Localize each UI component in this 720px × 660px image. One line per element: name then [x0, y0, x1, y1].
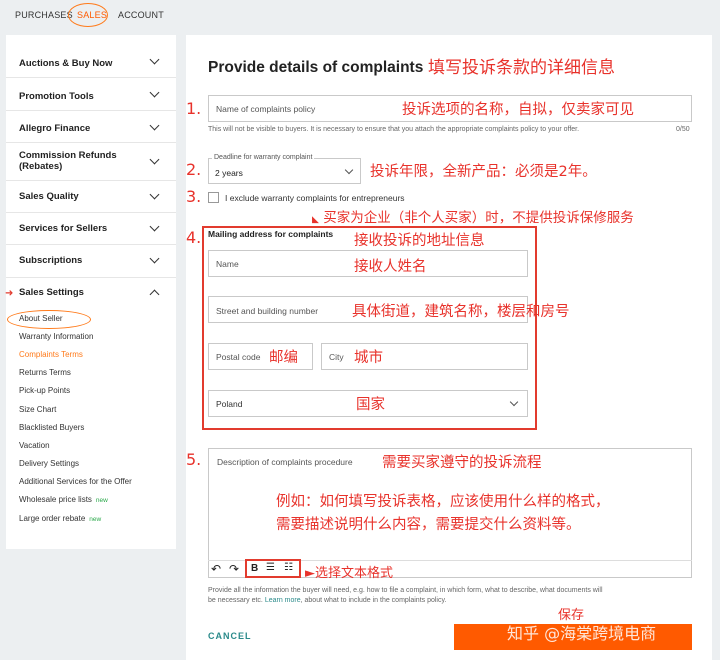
name-placeholder: Name: [216, 259, 239, 269]
sidebar-item-label: Sales Quality: [19, 191, 79, 202]
chevron-down-icon: [149, 54, 160, 65]
annotation-name: 接收人姓名: [354, 259, 427, 275]
policy-help-text: This will not be visible to buyers. It i…: [208, 126, 580, 133]
step-number-5: 5.: [186, 450, 202, 469]
sidebar-subitem-size-chart[interactable]: Size Chart: [19, 405, 56, 414]
sidebar-item-promotion-tools[interactable]: Promotion Tools: [6, 78, 176, 111]
sidebar: Auctions & Buy Now Promotion Tools Alleg…: [6, 35, 176, 549]
procedure-help-text: be necessary etc.: [208, 597, 263, 604]
sidebar-subitem-complaints-terms[interactable]: Complaints Terms: [19, 350, 83, 359]
sidebar-subitem-additional-services[interactable]: Additional Services for the Offer: [19, 477, 132, 486]
page-title: Provide details of complaints: [208, 59, 424, 76]
policy-char-counter: 0/50: [676, 126, 690, 133]
sidebar-subitem-label: Large order rebate: [19, 514, 86, 523]
annotation-deadline: 投诉年限，全新产品：必须是2年。: [370, 164, 597, 180]
numbered-list-icon[interactable]: ☷: [284, 562, 293, 573]
annotation-postal: 邮编: [269, 350, 298, 366]
sidebar-item-sales-settings[interactable]: Sales Settings: [6, 278, 176, 306]
annotation-exclude-text: 买家为企业（非个人买家）时，不提供投诉保修服务: [323, 210, 634, 226]
top-navigation: PURCHASES SALES ACCOUNT: [0, 0, 720, 30]
red-arrow-icon: ➜: [5, 288, 14, 299]
annotation-toolbar: ►选择文本格式: [305, 566, 393, 581]
chevron-down-icon: [344, 165, 354, 175]
undo-icon[interactable]: ↶: [211, 562, 221, 576]
sidebar-item-services-for-sellers[interactable]: Services for Sellers: [6, 213, 176, 245]
annotation-exclude-entrepreneurs: ◣ 买家为企业（非个人买家）时，不提供投诉保修服务: [312, 206, 634, 226]
annotation-example-line-1: 例如：如何填写投诉表格，应该使用什么样的格式，: [276, 494, 610, 510]
sidebar-subitem-warranty-information[interactable]: Warranty Information: [19, 332, 93, 341]
address-heading: Mailing address for complaints: [208, 229, 334, 239]
sidebar-item-label: Commission Refunds (Rebates): [19, 150, 117, 172]
sidebar-subitem-returns-terms[interactable]: Returns Terms: [19, 368, 71, 377]
sidebar-item-sales-quality[interactable]: Sales Quality: [6, 181, 176, 213]
deadline-label: Deadline for warranty complaint: [212, 154, 315, 161]
sidebar-item-label: Sales Settings: [19, 287, 84, 298]
exclude-entrepreneurs-checkbox[interactable]: [208, 192, 219, 203]
sidebar-subitem-large-order-rebate[interactable]: Large order rebate new: [19, 514, 101, 523]
sidebar-item-commission-refunds[interactable]: Commission Refunds (Rebates): [6, 143, 176, 181]
bulleted-list-icon[interactable]: ☰: [266, 562, 275, 573]
sidebar-item-label: Allegro Finance: [19, 123, 91, 134]
annotation-example-line-2: 需要描述说明什么内容，需要提交什么资料等。: [276, 517, 581, 533]
annotation-street: 具体街道，建筑名称，楼层和房号: [352, 304, 570, 320]
annotation-policy-name: 投诉选项的名称，自拟，仅卖家可见: [402, 102, 634, 118]
sidebar-item-label: Subscriptions: [19, 255, 83, 266]
sidebar-item-label: Services for Sellers: [19, 223, 108, 234]
chevron-down-icon: [149, 253, 160, 264]
chevron-down-icon: [149, 120, 160, 131]
sidebar-item-label: Auctions & Buy Now: [19, 58, 113, 69]
procedure-placeholder: Description of complaints procedure: [217, 457, 353, 467]
learn-more-link[interactable]: Learn more: [265, 597, 301, 604]
sidebar-subitem-wholesale-price-lists[interactable]: Wholesale price lists new: [19, 495, 108, 504]
sidebar-subitem-pickup-points[interactable]: Pick-up Points: [19, 386, 70, 395]
cancel-button[interactable]: CANCEL: [208, 631, 252, 641]
sidebar-subitem-blacklisted-buyers[interactable]: Blacklisted Buyers: [19, 423, 84, 432]
step-number-1: 1.: [186, 99, 202, 118]
new-badge: new: [95, 497, 108, 504]
annotation-address: 接收投诉的地址信息: [354, 233, 485, 249]
watermark: 知乎 @海棠跨境电商: [507, 624, 657, 643]
sidebar-subitem-delivery-settings[interactable]: Delivery Settings: [19, 459, 79, 468]
step-number-3: 3.: [186, 187, 202, 206]
street-placeholder: Street and building number: [216, 306, 319, 316]
city-field[interactable]: City: [321, 343, 528, 370]
bold-button[interactable]: B: [251, 563, 258, 574]
chevron-down-icon: [149, 154, 160, 165]
new-badge: new: [89, 516, 102, 523]
arrow-icon: ◣: [312, 215, 319, 225]
sidebar-subitem-vacation[interactable]: Vacation: [19, 441, 50, 450]
city-placeholder: City: [329, 352, 344, 362]
country-value: Poland: [216, 399, 243, 409]
sidebar-item-auctions[interactable]: Auctions & Buy Now: [6, 45, 176, 78]
chevron-up-icon: [149, 289, 160, 300]
sidebar-item-subscriptions[interactable]: Subscriptions: [6, 245, 176, 278]
deadline-value: 2 years: [215, 168, 243, 178]
chevron-down-icon: [149, 221, 160, 232]
redo-icon[interactable]: ↷: [229, 562, 239, 576]
sidebar-item-label: Promotion Tools: [19, 91, 94, 102]
procedure-help-line-2: be necessary etc. Learn more, about what…: [208, 597, 446, 604]
procedure-help-line-1: Provide all the information the buyer wi…: [208, 587, 603, 594]
sidebar-item-allegro-finance[interactable]: Allegro Finance: [6, 111, 176, 143]
sales-highlight-ring: [68, 3, 108, 27]
step-number-2: 2.: [186, 160, 202, 179]
tab-purchases[interactable]: PURCHASES: [15, 10, 73, 20]
procedure-help-text-end: , about what to include in the complaint…: [300, 597, 447, 604]
exclude-entrepreneurs-label: I exclude warranty complaints for entrep…: [225, 193, 405, 203]
postal-code-placeholder: Postal code: [216, 352, 261, 362]
annotation-country: 国家: [356, 397, 385, 413]
annotation-city: 城市: [354, 350, 383, 366]
annotation-procedure: 需要买家遵守的投诉流程: [382, 455, 542, 471]
chevron-down-icon: [509, 397, 519, 407]
complaints-terms-highlight-ring: [7, 310, 91, 329]
sidebar-subitem-label: Wholesale price lists: [19, 495, 92, 504]
chevron-down-icon: [149, 87, 160, 98]
warranty-deadline-select[interactable]: 2 years: [208, 158, 361, 184]
tab-account[interactable]: ACCOUNT: [118, 10, 164, 20]
policy-name-placeholder: Name of complaints policy: [216, 104, 316, 114]
step-number-4: 4.: [186, 228, 202, 247]
chevron-down-icon: [149, 189, 160, 200]
annotation-title: 填写投诉条款的详细信息: [428, 58, 615, 78]
